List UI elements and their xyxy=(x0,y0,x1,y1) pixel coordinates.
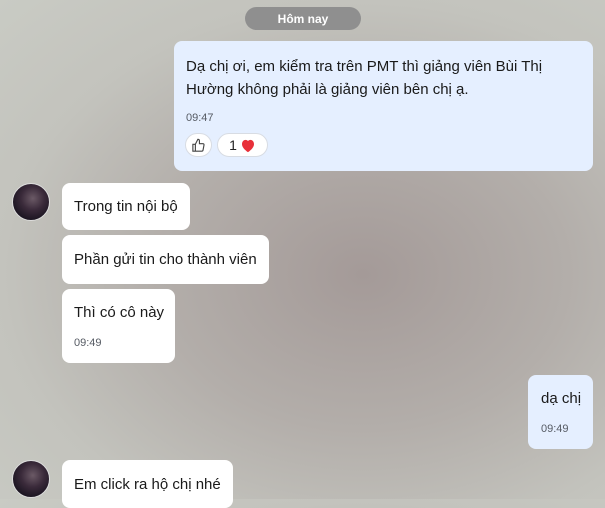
message-time: 09:49 xyxy=(74,337,102,349)
message-bubble-outgoing[interactable]: dạ chị 09:49 xyxy=(528,375,593,449)
message-text: dạ chị xyxy=(541,390,582,407)
thumbs-up-icon xyxy=(192,138,205,152)
message-text: Trong tin nội bộ xyxy=(74,198,178,215)
message-text: Thì có cô này xyxy=(74,304,165,321)
contact-avatar[interactable] xyxy=(12,183,50,221)
like-reaction-button[interactable] xyxy=(185,133,212,157)
message-bubble-incoming[interactable]: Trong tin nội bộ xyxy=(62,183,190,230)
message-bubble-incoming[interactable]: Em click ra hộ chị nhé xyxy=(62,460,233,508)
message-time: 09:47 xyxy=(186,112,214,124)
reaction-count: 1 xyxy=(229,137,237,153)
heart-icon xyxy=(241,139,254,152)
message-bubble-incoming[interactable]: Thì có cô này 09:49 xyxy=(62,289,175,363)
date-separator: Hôm nay xyxy=(245,7,361,30)
contact-avatar[interactable] xyxy=(12,460,50,498)
reaction-summary[interactable]: 1 xyxy=(217,133,268,157)
message-bubble-incoming[interactable]: Phần gửi tin cho thành viên xyxy=(62,235,269,284)
message-time: 09:49 xyxy=(541,423,569,435)
message-text: Em click ra hộ chị nhé xyxy=(74,475,221,493)
message-text: Phần gửi tin cho thành viên xyxy=(74,251,257,268)
message-text: Dạ chị ơi, em kiểm tra trên PMT thì giản… xyxy=(186,58,543,98)
